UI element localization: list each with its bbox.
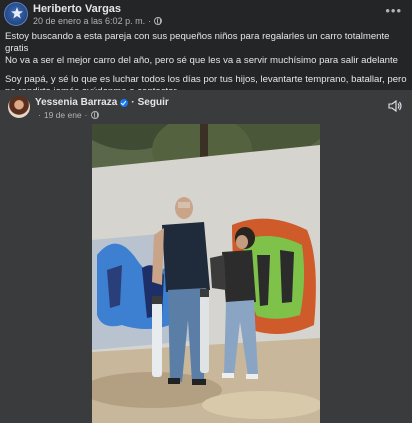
post-text-line: Estoy buscando a esta pareja con sus peq… — [5, 31, 390, 54]
author-avatar[interactable] — [4, 2, 28, 26]
logo-star-icon — [11, 7, 23, 19]
shared-author-name[interactable]: Yessenia Barraza — [35, 97, 117, 108]
shared-author-row: Yessenia Barraza · Seguir — [35, 97, 169, 108]
post-text-line: No va a ser el mejor carro del año, pero… — [5, 55, 398, 66]
video-frame — [92, 90, 320, 423]
author-name[interactable]: Heriberto Vargas — [33, 3, 121, 15]
reel-video[interactable] — [92, 90, 320, 423]
shared-post-date[interactable]: 19 de ene — [44, 110, 82, 120]
shared-post-meta: · 19 de ene · — [38, 110, 99, 120]
globe-icon — [154, 17, 163, 25]
shared-author-avatar[interactable] — [8, 96, 30, 118]
post-timestamp[interactable]: 20 de enero a las 6:02 p. m. — [33, 16, 145, 26]
verified-badge-icon — [120, 98, 129, 107]
shared-post-header: Yessenia Barraza · Seguir · 19 de ene · — [0, 90, 412, 124]
globe-icon — [90, 111, 99, 119]
video-letterbox-right — [320, 124, 412, 423]
more-options-icon[interactable]: ••• — [385, 4, 402, 17]
post-meta: 20 de enero a las 6:02 p. m. · — [33, 16, 163, 26]
post-text-paragraph: Estoy buscando a esta pareja con sus peq… — [5, 31, 409, 67]
video-letterbox-left — [0, 124, 92, 423]
shared-reel-card[interactable]: Yessenia Barraza · Seguir · 19 de ene · — [0, 90, 412, 423]
follow-button[interactable]: Seguir — [138, 97, 169, 108]
volume-icon[interactable] — [388, 100, 402, 112]
post-header: Heriberto Vargas 20 de enero a las 6:02 … — [0, 0, 412, 30]
